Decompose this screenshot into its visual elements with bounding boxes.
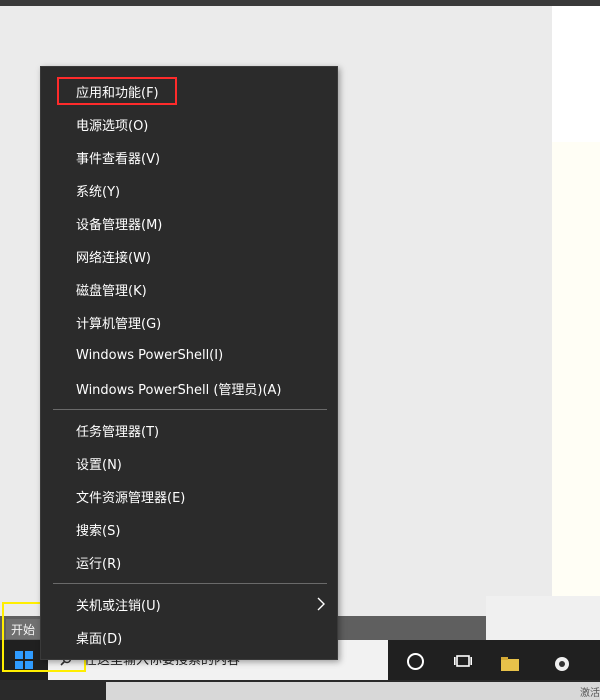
pinned-app-explorer[interactable] [500, 652, 520, 676]
cortana-circle-icon [406, 652, 424, 670]
background-corner-window [486, 596, 600, 640]
menu-item-shutdown-or-sign-out[interactable]: 关机或注销(U) [41, 588, 337, 621]
second-screen-area [106, 682, 600, 700]
menu-item-apps-and-features[interactable]: 应用和功能(F) [41, 75, 337, 108]
menu-separator [53, 583, 327, 584]
task-view-icon [454, 655, 472, 667]
background-top-strip [0, 0, 600, 6]
background-window-panel [552, 142, 600, 616]
menu-item-settings[interactable]: 设置(N) [41, 447, 337, 480]
winx-context-menu: 应用和功能(F) 电源选项(O) 事件查看器(V) 系统(Y) 设备管理器(M)… [40, 66, 338, 660]
menu-item-powershell[interactable]: Windows PowerShell(I) [41, 339, 337, 372]
menu-item-power-options[interactable]: 电源选项(O) [41, 108, 337, 141]
cortana-button[interactable] [398, 646, 432, 676]
menu-item-task-manager[interactable]: 任务管理器(T) [41, 414, 337, 447]
menu-item-file-explorer[interactable]: 文件资源管理器(E) [41, 480, 337, 513]
menu-item-label: 关机或注销(U) [76, 599, 161, 614]
menu-item-desktop[interactable]: 桌面(D) [41, 621, 337, 654]
folder-icon [501, 657, 519, 671]
menu-item-powershell-admin[interactable]: Windows PowerShell (管理员)(A) [41, 372, 337, 405]
menu-item-run[interactable]: 运行(R) [41, 546, 337, 579]
menu-item-system[interactable]: 系统(Y) [41, 174, 337, 207]
task-view-button[interactable] [446, 646, 480, 676]
menu-item-disk-management[interactable]: 磁盘管理(K) [41, 273, 337, 306]
menu-item-device-manager[interactable]: 设备管理器(M) [41, 207, 337, 240]
chevron-right-icon [317, 597, 325, 611]
menu-item-event-viewer[interactable]: 事件查看器(V) [41, 141, 337, 174]
browser-icon [555, 657, 569, 671]
menu-item-network-connections[interactable]: 网络连接(W) [41, 240, 337, 273]
menu-item-search[interactable]: 搜索(S) [41, 513, 337, 546]
menu-item-computer-management[interactable]: 计算机管理(G) [41, 306, 337, 339]
pinned-app-browser[interactable] [552, 652, 572, 676]
activation-watermark: 激活 [580, 688, 600, 699]
menu-separator [53, 409, 327, 410]
background-window-edge [552, 6, 600, 142]
